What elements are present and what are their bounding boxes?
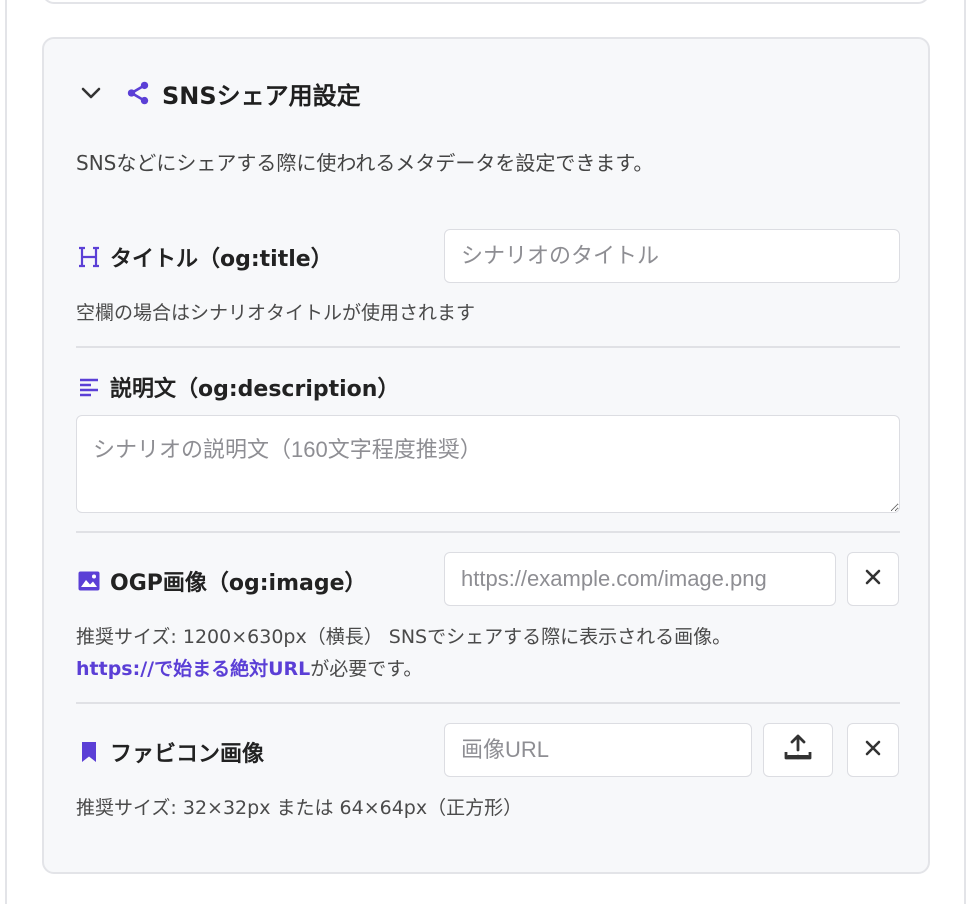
upload-icon (783, 733, 813, 767)
close-icon (864, 568, 882, 590)
og-image-hint-line2: https://で始まる絶対URLが必要です。 (76, 653, 731, 685)
chevron-down-icon[interactable] (76, 78, 106, 108)
favicon-label-text: ファビコン画像 (110, 742, 265, 767)
section-title: SNSシェア用設定 (162, 81, 361, 110)
sns-share-settings-card: SNSシェア用設定 SNSなどにシェアする際に使われるメタデータを設定できます。… (42, 37, 930, 874)
absolute-url-emphasis: https://で始まる絶対URL (76, 658, 311, 680)
favicon-label: ファビコン画像 (76, 734, 264, 770)
divider (76, 346, 900, 348)
heading-icon (76, 244, 102, 270)
image-icon (76, 568, 102, 594)
og-image-label-text: OGP画像（og:image） (110, 571, 367, 596)
favicon-clear-button[interactable] (847, 723, 899, 777)
og-description-label: 説明文（og:description） (76, 369, 399, 405)
og-image-label: OGP画像（og:image） (76, 563, 367, 599)
close-icon (864, 739, 882, 761)
og-description-textarea[interactable] (76, 415, 900, 513)
og-image-url-input[interactable] (444, 552, 836, 606)
previous-section-card (42, 0, 930, 4)
og-image-hint-line1: 推奨サイズ: 1200×630px（横長） SNSでシェアする際に表示される画像… (76, 626, 732, 648)
share-icon (124, 79, 152, 107)
og-title-label: タイトル（og:title） (76, 239, 333, 275)
og-image-clear-button[interactable] (847, 552, 899, 606)
og-description-label-text: 説明文（og:description） (110, 377, 400, 402)
align-left-icon (76, 374, 102, 400)
og-title-hint: 空欄の場合はシナリオタイトルが使用されます (76, 302, 476, 324)
og-title-input[interactable] (444, 229, 900, 283)
favicon-upload-button[interactable] (763, 723, 833, 777)
section-header[interactable]: SNSシェア用設定 (76, 75, 361, 111)
divider (76, 702, 900, 704)
divider (76, 531, 900, 533)
og-image-hint-suffix: が必要です。 (310, 658, 423, 680)
og-title-label-text: タイトル（og:title） (110, 247, 333, 272)
favicon-url-input[interactable] (444, 723, 752, 777)
favicon-hint: 推奨サイズ: 32×32px または 64×64px（正方形） (76, 797, 523, 819)
og-image-hint: 推奨サイズ: 1200×630px（横長） SNSでシェアする際に表示される画像… (76, 621, 731, 685)
section-description: SNSなどにシェアする際に使われるメタデータを設定できます。 (76, 151, 654, 175)
bookmark-icon (76, 739, 102, 765)
